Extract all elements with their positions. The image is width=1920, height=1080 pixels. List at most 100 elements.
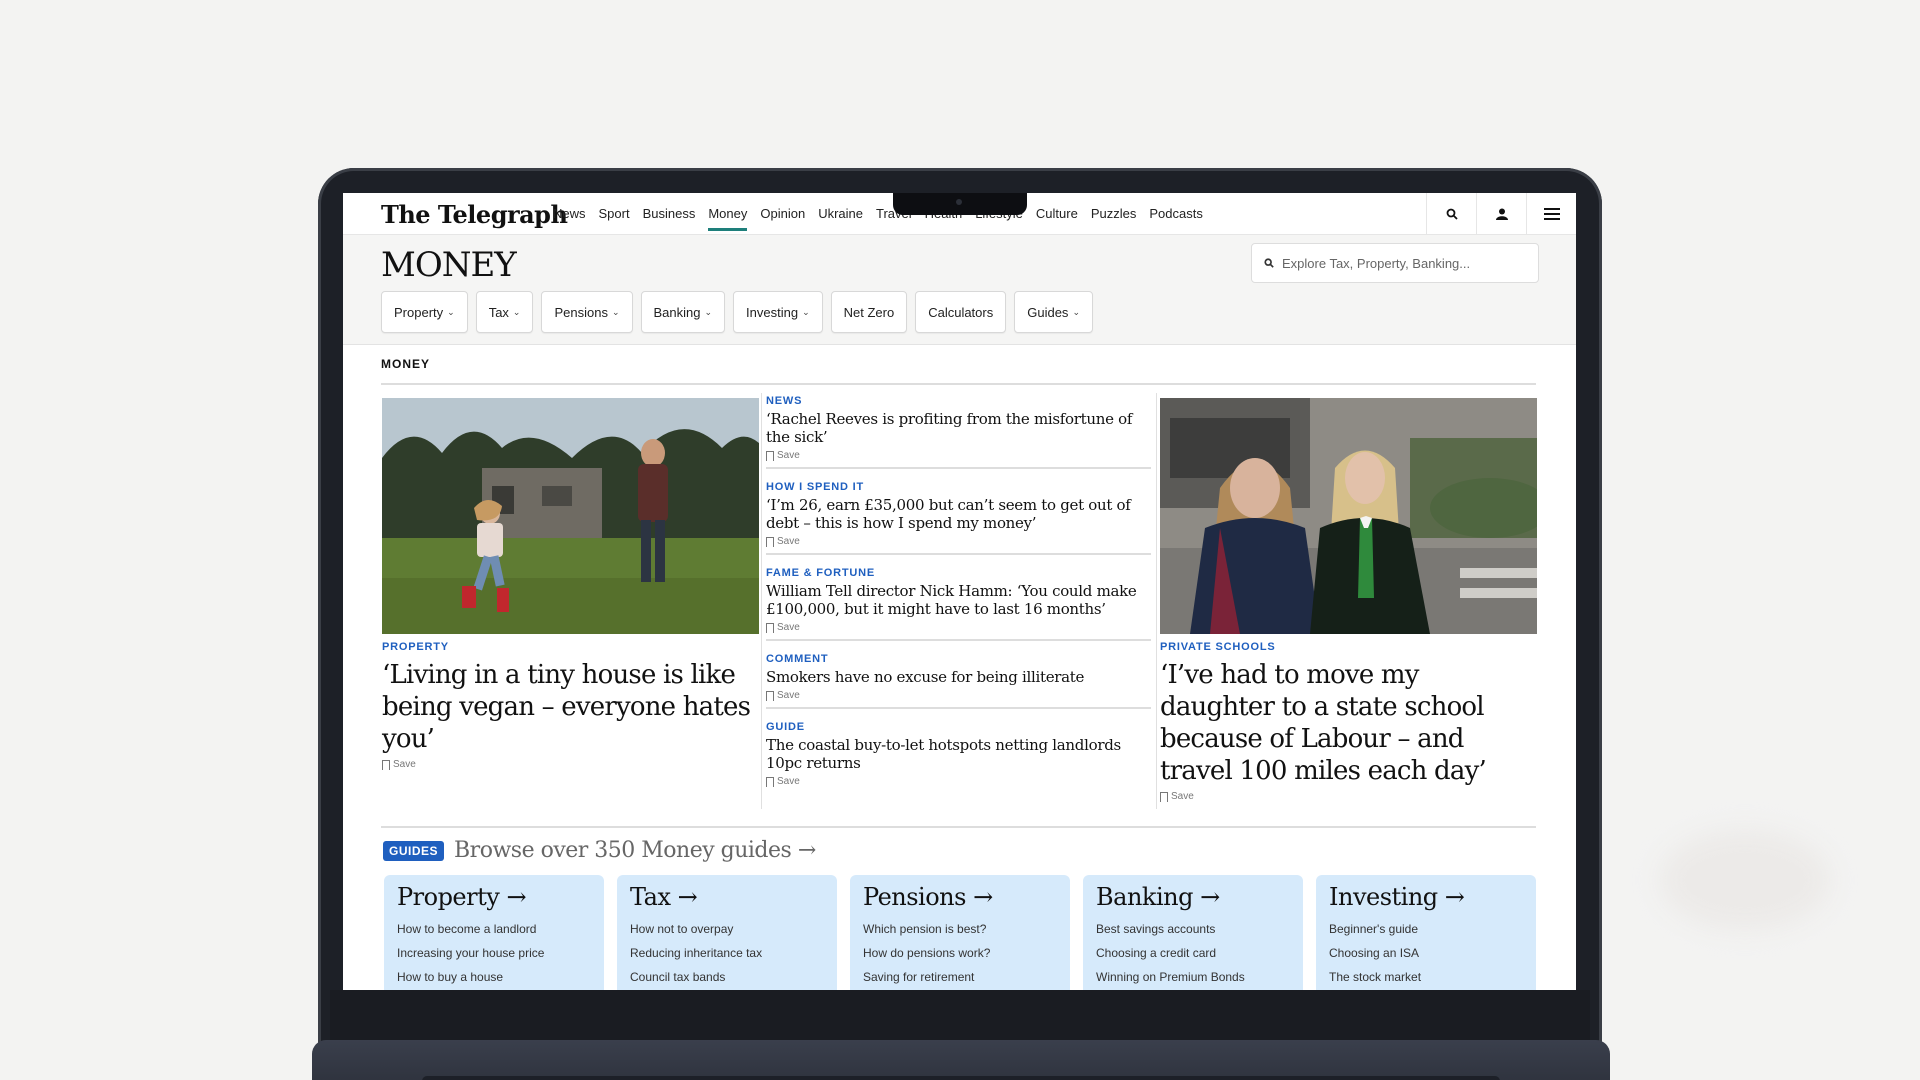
subnav-investing[interactable]: Investing ⌄	[733, 291, 823, 333]
save-button[interactable]: Save	[766, 622, 1151, 633]
save-button[interactable]: Save	[766, 776, 1151, 787]
nav-item-news[interactable]: News	[553, 206, 586, 221]
nav-item-money[interactable]: Money	[708, 206, 748, 231]
divider	[381, 383, 1536, 385]
subnav-pensions[interactable]: Pensions ⌄	[541, 291, 633, 333]
nav-item-opinion[interactable]: Opinion	[760, 206, 805, 221]
subnav-label: Net Zero	[843, 304, 895, 320]
save-button[interactable]: Save	[1160, 791, 1537, 802]
guide-link[interactable]: Winning on Premium Bonds	[1096, 965, 1290, 989]
guide-link[interactable]: Reducing inheritance tax	[630, 941, 824, 965]
guide-link[interactable]: Saving for retirement	[863, 965, 1057, 989]
search-button[interactable]	[1426, 193, 1476, 235]
nav-item-culture[interactable]: Culture	[1036, 206, 1078, 221]
guide-link[interactable]: Which pension is best?	[863, 917, 1057, 941]
guide-link[interactable]: Choosing a credit card	[1096, 941, 1290, 965]
save-button[interactable]: Save	[382, 759, 759, 770]
browser-screen: The Telegraph News Sport Business Money Opin…	[343, 193, 1576, 990]
guide-card-pensions[interactable]: Pensions → Which pension is best? How do p…	[850, 875, 1070, 990]
nav-item-business[interactable]: Business	[643, 206, 696, 221]
nav-item-ukraine[interactable]: Ukraine	[818, 206, 863, 221]
account-button[interactable]	[1476, 193, 1526, 235]
subnav-label: Property	[394, 304, 444, 320]
guides-header[interactable]: GUIDES Browse over 350 Money guides →	[383, 838, 816, 863]
money-search-input[interactable]: Explore Tax, Property, Banking...	[1251, 243, 1539, 283]
guides-title-link[interactable]: Browse over 350 Money guides →	[454, 838, 816, 863]
guide-link[interactable]: How to become a landlord	[397, 917, 591, 941]
story-headline[interactable]: ‘Rachel Reeves is profiting from the mis…	[766, 410, 1151, 446]
chevron-down-icon: ⌄	[1072, 306, 1080, 317]
story-item[interactable]: HOW I SPEND IT ‘I’m 26, earn £35,000 but …	[766, 479, 1151, 555]
subnav-banking[interactable]: Banking ⌄	[640, 291, 726, 333]
nav-item-puzzles[interactable]: Puzzles	[1091, 206, 1137, 221]
lead-story-right[interactable]: PRIVATE SCHOOLS ‘I’ve had to move my dau…	[1160, 641, 1537, 802]
story-kicker[interactable]: FAME & FORTUNE	[766, 567, 1151, 579]
chevron-down-icon: ⌄	[802, 306, 810, 317]
nav-item-sport[interactable]: Sport	[599, 206, 630, 221]
story-headline[interactable]: ‘I’m 26, earn £35,000 but can’t seem to …	[766, 496, 1151, 532]
guide-card-title[interactable]: Pensions →	[863, 883, 1057, 911]
guide-link[interactable]: How to buy a house	[397, 965, 591, 989]
story-item[interactable]: GUIDE The coastal buy-to-let hotspots net…	[766, 719, 1151, 793]
guide-card-title[interactable]: Investing →	[1329, 883, 1523, 911]
guide-cards: Property → How to become a landlord Increa…	[384, 875, 1536, 990]
telegraph-logo[interactable]: The Telegraph	[381, 200, 568, 229]
subnav-net-zero[interactable]: Net Zero	[830, 291, 908, 333]
save-button[interactable]: Save	[766, 536, 1151, 547]
guide-link[interactable]: Choosing an ISA	[1329, 941, 1523, 965]
section-label: MONEY	[381, 357, 431, 371]
subnav-label: Pensions	[554, 304, 608, 320]
subnav-label: Calculators	[928, 304, 994, 320]
story-item[interactable]: COMMENT Smokers have no excuse for being …	[766, 651, 1151, 709]
story-headline[interactable]: The coastal buy-to-let hotspots netting …	[766, 736, 1151, 772]
save-button[interactable]: Save	[766, 690, 1151, 701]
story-headline[interactable]: ‘I’ve had to move my daughter to a state…	[1160, 659, 1537, 787]
guide-card-title[interactable]: Property →	[397, 883, 591, 911]
guide-card-property[interactable]: Property → How to become a landlord Increa…	[384, 875, 604, 990]
story-kicker[interactable]: HOW I SPEND IT	[766, 481, 1151, 493]
guide-link[interactable]: Beginner's guide	[1329, 917, 1523, 941]
guide-card-title[interactable]: Banking →	[1096, 883, 1290, 911]
header-tools	[1426, 193, 1576, 235]
bookmark-icon	[766, 622, 774, 633]
guide-card-tax[interactable]: Tax → How not to overpay Reducing inherita…	[617, 875, 837, 990]
menu-button[interactable]	[1526, 193, 1576, 235]
story-kicker[interactable]: COMMENT	[766, 653, 1151, 665]
story-headline[interactable]: Smokers have no excuse for being illiter…	[766, 668, 1151, 686]
story-headline[interactable]: ‘Living in a tiny house is like being ve…	[382, 659, 759, 755]
guide-card-banking[interactable]: Banking → Best savings accounts Choosing a…	[1083, 875, 1303, 990]
subnav-tax[interactable]: Tax ⌄	[475, 291, 534, 333]
save-label: Save	[777, 776, 800, 787]
subnav-calculators[interactable]: Calculators	[915, 291, 1007, 333]
guide-link[interactable]: Best savings accounts	[1096, 917, 1290, 941]
guide-link[interactable]: How not to overpay	[630, 917, 824, 941]
subnav-label: Tax	[488, 304, 509, 320]
guide-link[interactable]: Council tax bands	[630, 965, 824, 989]
guide-card-title[interactable]: Tax →	[630, 883, 824, 911]
subnav-property[interactable]: Property ⌄	[381, 291, 468, 333]
tiny-house-photo[interactable]	[382, 398, 759, 634]
column-divider	[761, 393, 762, 809]
search-placeholder: Explore Tax, Property, Banking...	[1282, 255, 1471, 271]
story-item[interactable]: NEWS ‘Rachel Reeves is profiting from the…	[766, 393, 1151, 469]
camera-notch	[893, 193, 1027, 215]
guide-link[interactable]: How do pensions work?	[863, 941, 1057, 965]
save-button[interactable]: Save	[766, 450, 1151, 461]
school-photo[interactable]	[1160, 398, 1537, 634]
chevron-down-icon: ⌄	[512, 306, 521, 317]
guide-link[interactable]: The stock market	[1329, 965, 1523, 989]
guide-link[interactable]: Increasing your house price	[397, 941, 591, 965]
search-icon	[1446, 208, 1458, 220]
story-kicker[interactable]: PROPERTY	[382, 641, 759, 653]
guide-card-investing[interactable]: Investing → Beginner's guide Choosing an I…	[1316, 875, 1536, 990]
main-nav: News Sport Business Money Opinion Ukraine Trav…	[553, 206, 1203, 231]
bookmark-icon	[766, 536, 774, 547]
story-kicker[interactable]: PRIVATE SCHOOLS	[1160, 641, 1537, 653]
nav-item-podcasts[interactable]: Podcasts	[1149, 206, 1202, 221]
subnav-guides[interactable]: Guides ⌄	[1014, 291, 1093, 333]
story-kicker[interactable]: GUIDE	[766, 721, 1151, 733]
story-headline[interactable]: William Tell director Nick Hamm: ‘You co…	[766, 582, 1151, 618]
lead-story-left[interactable]: PROPERTY ‘Living in a tiny house is like…	[382, 641, 759, 770]
story-item[interactable]: FAME & FORTUNE William Tell director Nick…	[766, 565, 1151, 641]
story-kicker[interactable]: NEWS	[766, 395, 1151, 407]
